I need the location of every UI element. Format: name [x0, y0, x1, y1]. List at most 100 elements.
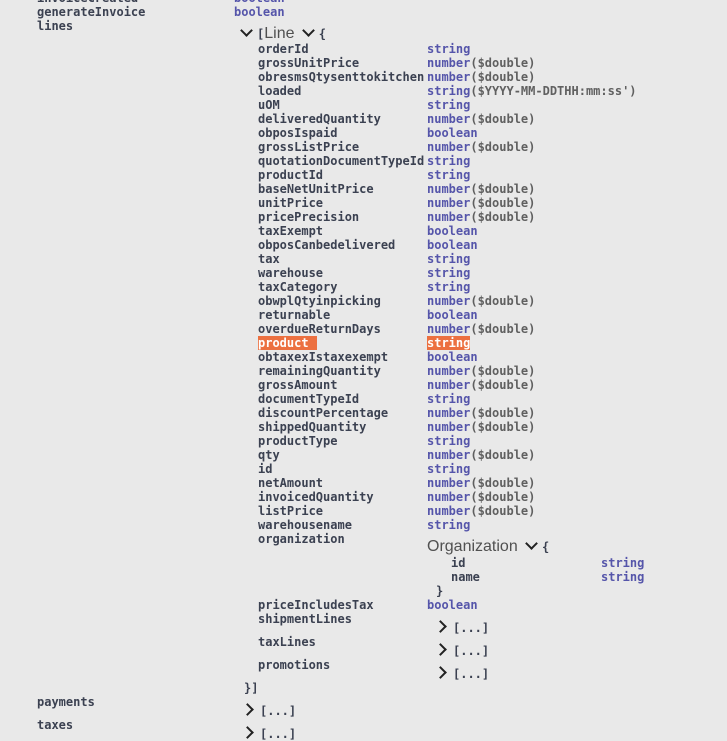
prop-type: number($double): [427, 294, 535, 308]
type-text: string: [427, 168, 471, 182]
prop-type: boolean: [427, 224, 478, 238]
prop-name-text: documentTypeId: [258, 392, 360, 406]
prop-name-text: deliveredQuantity: [258, 112, 381, 126]
type-text: string: [427, 98, 471, 112]
prop-name: shippedQuantity: [258, 420, 366, 434]
type-text: number: [427, 406, 471, 420]
expand-shipment-lines[interactable]: [...]: [434, 620, 489, 635]
prop-type: string: [427, 434, 470, 448]
prop-name-text: obposCanbedelivered: [258, 238, 396, 252]
prop-name: organization: [258, 532, 345, 546]
prop-name-text: grossAmount: [258, 378, 338, 392]
prop-type: boolean: [427, 308, 478, 322]
prop-type: number($double): [427, 112, 535, 126]
prop-type: number($double): [427, 210, 535, 224]
type-text: number: [427, 294, 471, 308]
prop-name: discountPercentage: [258, 406, 388, 420]
prop-name-text: baseNetUnitPrice: [258, 182, 374, 196]
type-text: number: [427, 364, 471, 378]
prop-type: string: [427, 518, 470, 532]
prop-type: number($double): [427, 182, 535, 196]
prop-type: number($double): [427, 140, 535, 154]
type-format: ($double): [470, 420, 536, 434]
prop-type: string: [427, 280, 470, 294]
collapsed-label: [...]: [260, 727, 297, 741]
prop-type: number($double): [427, 406, 535, 420]
prop-name-text: netAmount: [258, 476, 324, 490]
type-format: ($double): [470, 182, 536, 196]
prop-name-text: warehousename: [258, 518, 352, 532]
type-text: boolean: [427, 224, 478, 238]
prop-name: tax: [258, 252, 280, 266]
prop-type: string: [601, 556, 645, 570]
prop-name-text: obposIspaid: [258, 126, 338, 140]
type-text: boolean: [427, 126, 478, 140]
type-format: ($double): [470, 490, 536, 504]
type-text: boolean: [427, 350, 478, 364]
prop-name: id: [258, 462, 272, 476]
prop-type: number($double): [427, 448, 535, 462]
chevron-down-icon[interactable]: [525, 537, 538, 550]
prop-name-text: taxCategory: [258, 280, 338, 294]
prop-name-text: obwplQtyinpicking: [258, 294, 381, 308]
prop-name: warehouse: [258, 266, 323, 280]
chevron-down-icon[interactable]: [240, 24, 253, 37]
prop-name: promotions: [258, 658, 331, 672]
prop-name-text: obtaxexIstaxexempt: [258, 350, 389, 364]
chevron-right-icon[interactable]: [434, 620, 447, 633]
organization-model-header[interactable]: Organization {: [427, 537, 549, 556]
prop-type: number($double): [427, 420, 535, 434]
type-text: boolean: [427, 238, 478, 252]
prop-name-text: uOM: [258, 98, 280, 112]
type-text: number: [427, 196, 471, 210]
prop-type: number($double): [427, 196, 535, 210]
type-format: ($double): [470, 364, 536, 378]
prop-name-text: discountPercentage: [258, 406, 389, 420]
type-text: number: [427, 322, 471, 336]
line-model-header[interactable]: [Line {: [240, 24, 326, 43]
expand-tax-lines[interactable]: [...]: [434, 643, 489, 658]
prop-type: string: [427, 42, 470, 56]
prop-name-text: warehouse: [258, 266, 324, 280]
prop-name-text: invoicedQuantity: [258, 490, 374, 504]
chevron-right-icon[interactable]: [241, 703, 254, 716]
prop-type: number($double): [427, 56, 535, 70]
expand-promotions[interactable]: [...]: [434, 666, 489, 681]
prop-name: quotationDocumentTypeId: [258, 154, 424, 168]
type-text: string: [427, 462, 471, 476]
prop-name-text: orderId: [258, 42, 309, 56]
prop-name: taxCategory: [258, 280, 337, 294]
type-text: number: [427, 182, 471, 196]
chevron-right-icon[interactable]: [241, 726, 254, 739]
type-text: boolean: [427, 308, 478, 322]
prop-name: listPrice: [258, 504, 323, 518]
prop-type: string: [427, 98, 470, 112]
prop-name: orderId: [258, 42, 309, 56]
chevron-down-icon[interactable]: [301, 24, 315, 37]
expand-taxes[interactable]: [...]: [241, 726, 297, 741]
prop-name: baseNetUnitPrice: [258, 182, 374, 196]
type-text: string: [427, 266, 471, 280]
type-text: number: [427, 210, 471, 224]
chevron-right-icon[interactable]: [434, 666, 447, 679]
prop-type: string: [601, 570, 645, 584]
prop-name: remainingQuantity: [258, 364, 381, 378]
prop-name: netAmount: [258, 476, 323, 490]
prop-name-text: productId: [258, 168, 324, 182]
type-text: number: [427, 112, 471, 126]
type-format: ($double): [470, 504, 536, 518]
prop-name: productId: [258, 168, 323, 182]
prop-name: overdueReturnDays: [258, 322, 381, 336]
prop-name: grossAmount: [258, 378, 337, 392]
prop-type: number($double): [427, 504, 535, 518]
type-text: number: [427, 448, 471, 462]
prop-name-text: grossListPrice: [258, 140, 360, 154]
model-title: Organization: [427, 538, 518, 555]
close-brace: }]: [244, 681, 259, 695]
chevron-right-icon[interactable]: [434, 643, 447, 656]
prop-name-text: taxExempt: [258, 224, 324, 238]
prop-type: number($double): [427, 322, 535, 336]
type-text: string: [427, 154, 471, 168]
prop-name: name: [451, 570, 480, 584]
expand-payments[interactable]: [...]: [241, 703, 296, 718]
